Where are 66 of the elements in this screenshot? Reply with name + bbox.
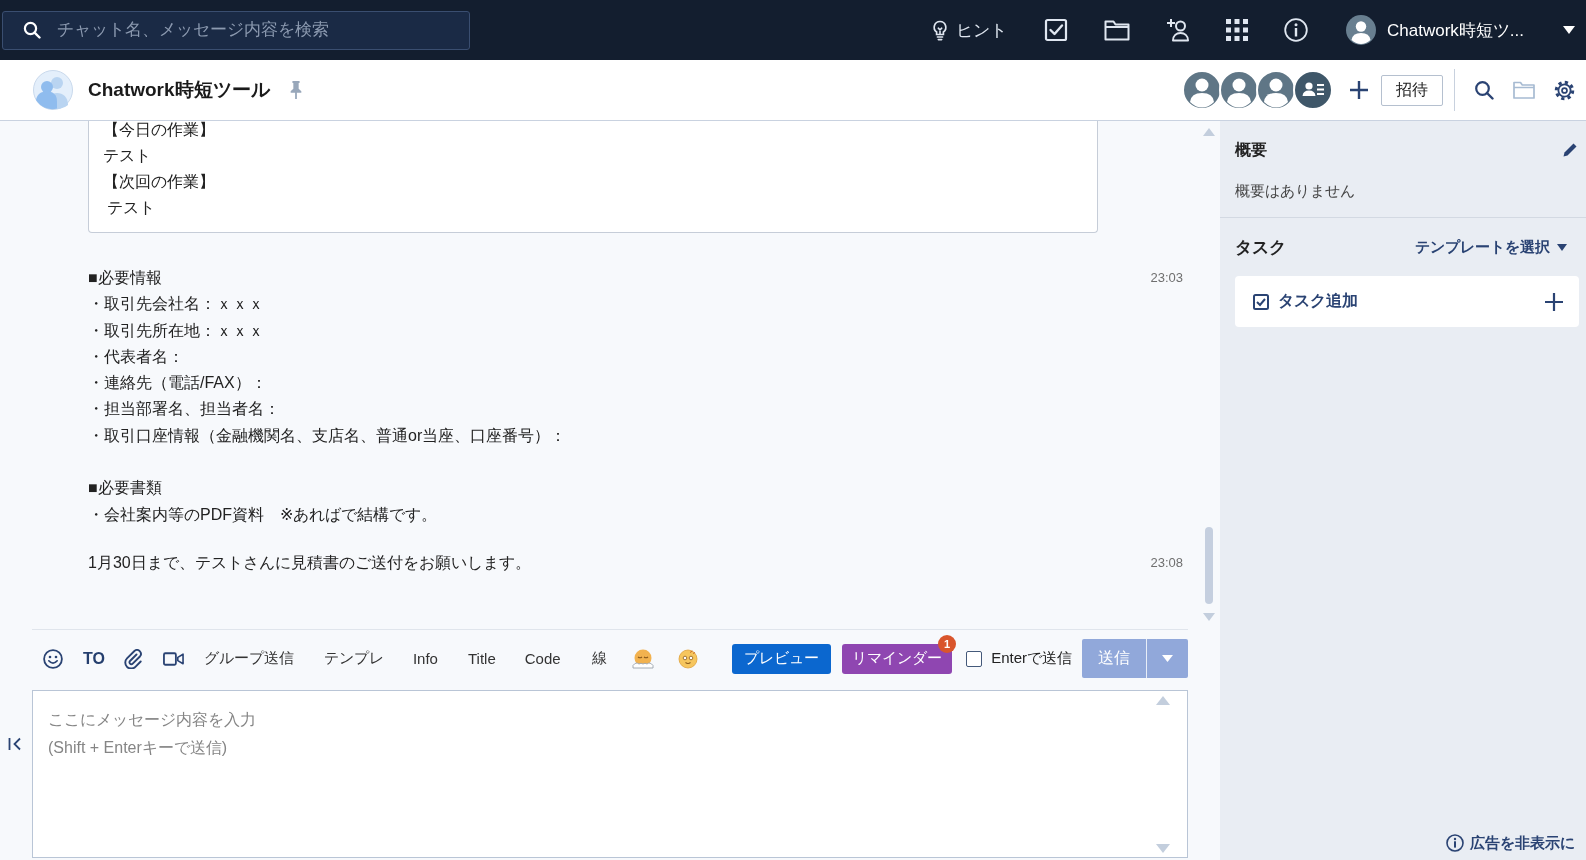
toolbar-button[interactable]: Title — [467, 650, 496, 667]
message-time: 23:03 — [1150, 269, 1183, 287]
plus-icon[interactable] — [1349, 80, 1369, 100]
checkbox-label[interactable]: Enterで送信 — [991, 649, 1072, 668]
paperclip-icon[interactable] — [122, 648, 143, 669]
quote-line: 【今日の作業】 — [103, 121, 216, 140]
count-badge: 1 — [938, 634, 957, 653]
collapse-icon[interactable] — [8, 737, 22, 751]
room-title: Chatwork時短ツール — [88, 78, 270, 102]
hint-button[interactable]: ヒント — [932, 18, 1007, 42]
lightbulb-icon — [932, 19, 948, 41]
user-avatar-icon[interactable] — [1346, 15, 1376, 45]
smile-icon[interactable] — [43, 648, 63, 669]
summary-text: 概要はありません — [1235, 181, 1356, 201]
message-line: 1月30日まで、テストさんに見積書のご送付をお願いします。 — [88, 552, 532, 573]
message-line: ・代表者名： — [88, 346, 185, 367]
toolbar-button[interactable]: Info — [412, 650, 438, 667]
quote-line: テスト — [106, 198, 157, 218]
pencil-icon[interactable] — [1562, 142, 1578, 158]
quote-line: 【次回の作業】 — [103, 172, 216, 192]
member-avatar-icon[interactable] — [1219, 70, 1259, 110]
caret-icon — [1162, 655, 1173, 662]
message-line: ■必要書類 — [88, 478, 163, 499]
search-icon — [23, 20, 41, 39]
summary-title: 概要 — [1235, 139, 1267, 160]
invite-button[interactable]: 招待 — [1381, 74, 1443, 106]
member-avatar-icon[interactable] — [1256, 70, 1296, 110]
member-avatar-icon[interactable] — [1182, 70, 1222, 110]
caret-icon — [1557, 243, 1567, 251]
task-checkbox-icon[interactable] — [1044, 18, 1068, 42]
toolbar-button[interactable]: 線 — [591, 649, 607, 668]
plus-icon — [1545, 292, 1563, 311]
group-avatar-icon — [33, 70, 73, 110]
search-icon[interactable] — [1474, 80, 1494, 100]
message-line: ・取引口座情報（金融機関名、支店名、普通or当座、口座番号）： — [88, 425, 568, 446]
settings-icon[interactable] — [1554, 79, 1575, 101]
checkbox[interactable] — [966, 650, 983, 667]
tasks-title: タスク — [1235, 236, 1286, 259]
message-time: 23:08 — [1150, 553, 1183, 572]
video-icon[interactable] — [162, 650, 184, 667]
preview-button[interactable]: プレビュー — [732, 643, 832, 674]
hide-ads-link[interactable]: 広告を非表示に — [1446, 833, 1575, 853]
template-select-link[interactable]: テンプレートを選択 — [1415, 237, 1567, 257]
toolbar-button[interactable]: テンプレ — [323, 649, 384, 668]
grid-icon[interactable] — [1226, 19, 1248, 41]
user-name[interactable]: Chatwork時短ツ... — [1387, 18, 1524, 42]
info-icon — [1446, 834, 1464, 852]
toolbar-button[interactable]: グループ送信 — [203, 649, 294, 668]
message-line: ・取引先会社名：ｘｘｘ — [88, 294, 265, 315]
scrollbar-thumb[interactable] — [1205, 527, 1213, 604]
caret-icon[interactable] — [1563, 26, 1575, 34]
to-button[interactable]: TO — [83, 649, 105, 668]
add-task-button[interactable]: タスク追加 — [1235, 276, 1579, 327]
face-icon[interactable] — [677, 648, 698, 669]
toolbar-button[interactable]: Code — [524, 650, 561, 667]
message-line: ・会社案内等のPDF資料 ※あればで結構です。 — [88, 504, 439, 525]
message-line: ・連絡先（電話/FAX）： — [88, 373, 268, 394]
add-contact-icon[interactable] — [1166, 18, 1190, 42]
info-icon[interactable] — [1284, 18, 1308, 42]
search-field[interactable]: チャット名、メッセージ内容を検索 — [2, 10, 470, 50]
message-line: ■必要情報 — [88, 268, 163, 288]
member-list-icon[interactable] — [1293, 70, 1333, 110]
message-line: ・取引先所在地：ｘｘｘ — [88, 320, 265, 341]
message-line: ・担当部署名、担当者名： — [88, 399, 281, 420]
quote-line: テスト — [103, 146, 152, 166]
checkbox-icon — [1253, 293, 1269, 310]
